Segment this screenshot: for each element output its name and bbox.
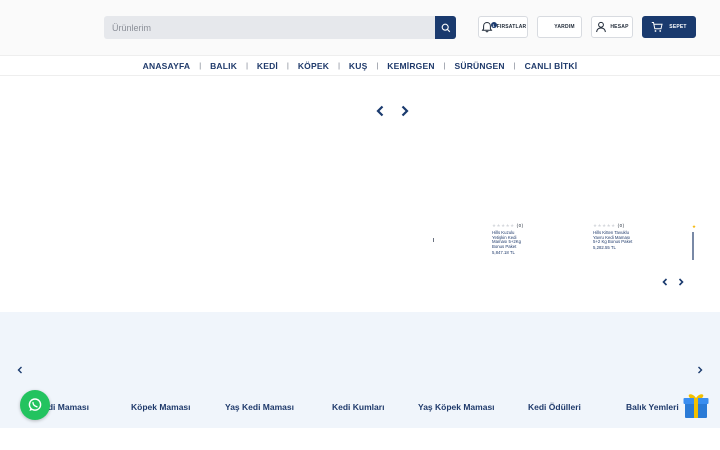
review-count: (0) — [617, 223, 625, 228]
nav-item-kemirgen[interactable]: KEMİRGEN — [387, 61, 434, 71]
cart-icon — [652, 22, 663, 32]
nav-item-anasayfa[interactable]: ANASAYFA — [143, 61, 191, 71]
category-link[interactable]: Kedi Kumları — [332, 402, 384, 412]
nav-item-kedi[interactable]: KEDİ — [257, 61, 278, 71]
chevron-left-icon — [17, 366, 22, 374]
nav-separator: | — [443, 62, 446, 70]
deals-button[interactable]: 1 FIRSATLAR — [478, 16, 528, 38]
account-label: HESAP — [610, 24, 629, 30]
nav-separator: | — [287, 62, 289, 70]
user-icon — [596, 21, 607, 33]
deals-badge: 1 — [490, 22, 497, 28]
rating-stars: ★★★★★ (0) — [593, 223, 625, 228]
banner-next-arrow[interactable] — [398, 104, 412, 118]
main-nav: ANASAYFA | BALIK | KEDİ | KÖPEK | KUŞ | … — [0, 57, 720, 76]
product-price: 5,847.18 TL — [492, 249, 515, 255]
gift-icon — [683, 394, 709, 418]
product-text-edge — [692, 232, 694, 260]
chevron-right-icon — [678, 278, 684, 286]
deals-label: FIRSATLAR — [496, 24, 527, 30]
rating-star: ★ — [692, 224, 697, 229]
account-button[interactable]: HESAP — [591, 16, 633, 38]
header: 1 FIRSATLAR YARDIM HESAP SEPET — [0, 0, 720, 56]
nav-separator: | — [338, 62, 340, 70]
product-card[interactable]: ★★★★★ (0) Hills Kuzulu Yetişkin Kedi Mama… — [492, 223, 552, 256]
product-card-partial[interactable]: ★ — [692, 224, 720, 260]
chevron-right-icon — [698, 366, 703, 374]
nav-item-balik[interactable]: BALIK — [210, 61, 237, 71]
review-count: (0) — [516, 223, 524, 228]
rating-stars: ★★★★★ (0) — [492, 223, 524, 228]
nav-item-surungen[interactable]: SÜRÜNGEN — [455, 61, 505, 71]
gift-button[interactable] — [682, 390, 710, 420]
search-button[interactable] — [435, 16, 456, 39]
category-link[interactable]: Balık Yemleri — [626, 402, 679, 412]
product-card[interactable]: ★★★★★ (0) Hills Kitten Tavuklu Yavru Kedi… — [593, 223, 653, 251]
chevron-right-icon — [401, 105, 409, 117]
category-link[interactable]: Köpek Maması — [131, 402, 191, 412]
category-link[interactable]: Yaş Köpek Maması — [418, 402, 495, 412]
whatsapp-button[interactable] — [20, 390, 50, 420]
category-link[interactable]: Yaş Kedi Maması — [225, 402, 294, 412]
nav-item-kopek[interactable]: KÖPEK — [298, 61, 329, 71]
category-prev-arrow[interactable] — [15, 365, 25, 375]
banner-prev-arrow[interactable] — [373, 104, 387, 118]
cart-label: SEPET — [669, 24, 687, 30]
product-price: 5,282.55 TL — [593, 245, 616, 251]
nav-separator: | — [246, 62, 248, 70]
chevron-left-icon — [662, 278, 668, 286]
products-next-arrow[interactable] — [676, 277, 686, 287]
help-button[interactable]: YARDIM — [537, 16, 582, 38]
product-name[interactable]: Hills Kitten Tavuklu Yavru Kedi Maması 5… — [593, 230, 633, 245]
whatsapp-icon — [28, 398, 42, 411]
nav-separator: | — [513, 62, 516, 70]
search-bar — [104, 16, 456, 39]
cart-button[interactable]: SEPET — [642, 16, 696, 38]
nav-item-canli-bitki[interactable]: CANLI BİTKİ — [525, 61, 578, 71]
product-name[interactable]: Hills Kuzulu Yetişkin Kedi Maması 5+2Kg … — [492, 230, 530, 250]
search-icon — [441, 23, 450, 32]
chevron-left-icon — [376, 105, 384, 117]
slider-divider — [433, 238, 434, 242]
nav-separator: | — [376, 62, 379, 70]
category-link[interactable]: Kedi Ödülleri — [528, 402, 581, 412]
search-input[interactable] — [104, 16, 436, 39]
nav-item-kus[interactable]: KUŞ — [349, 61, 368, 71]
help-label: YARDIM — [554, 24, 575, 30]
nav-separator: | — [199, 62, 202, 70]
category-next-arrow[interactable] — [695, 365, 705, 375]
products-prev-arrow[interactable] — [660, 277, 670, 287]
